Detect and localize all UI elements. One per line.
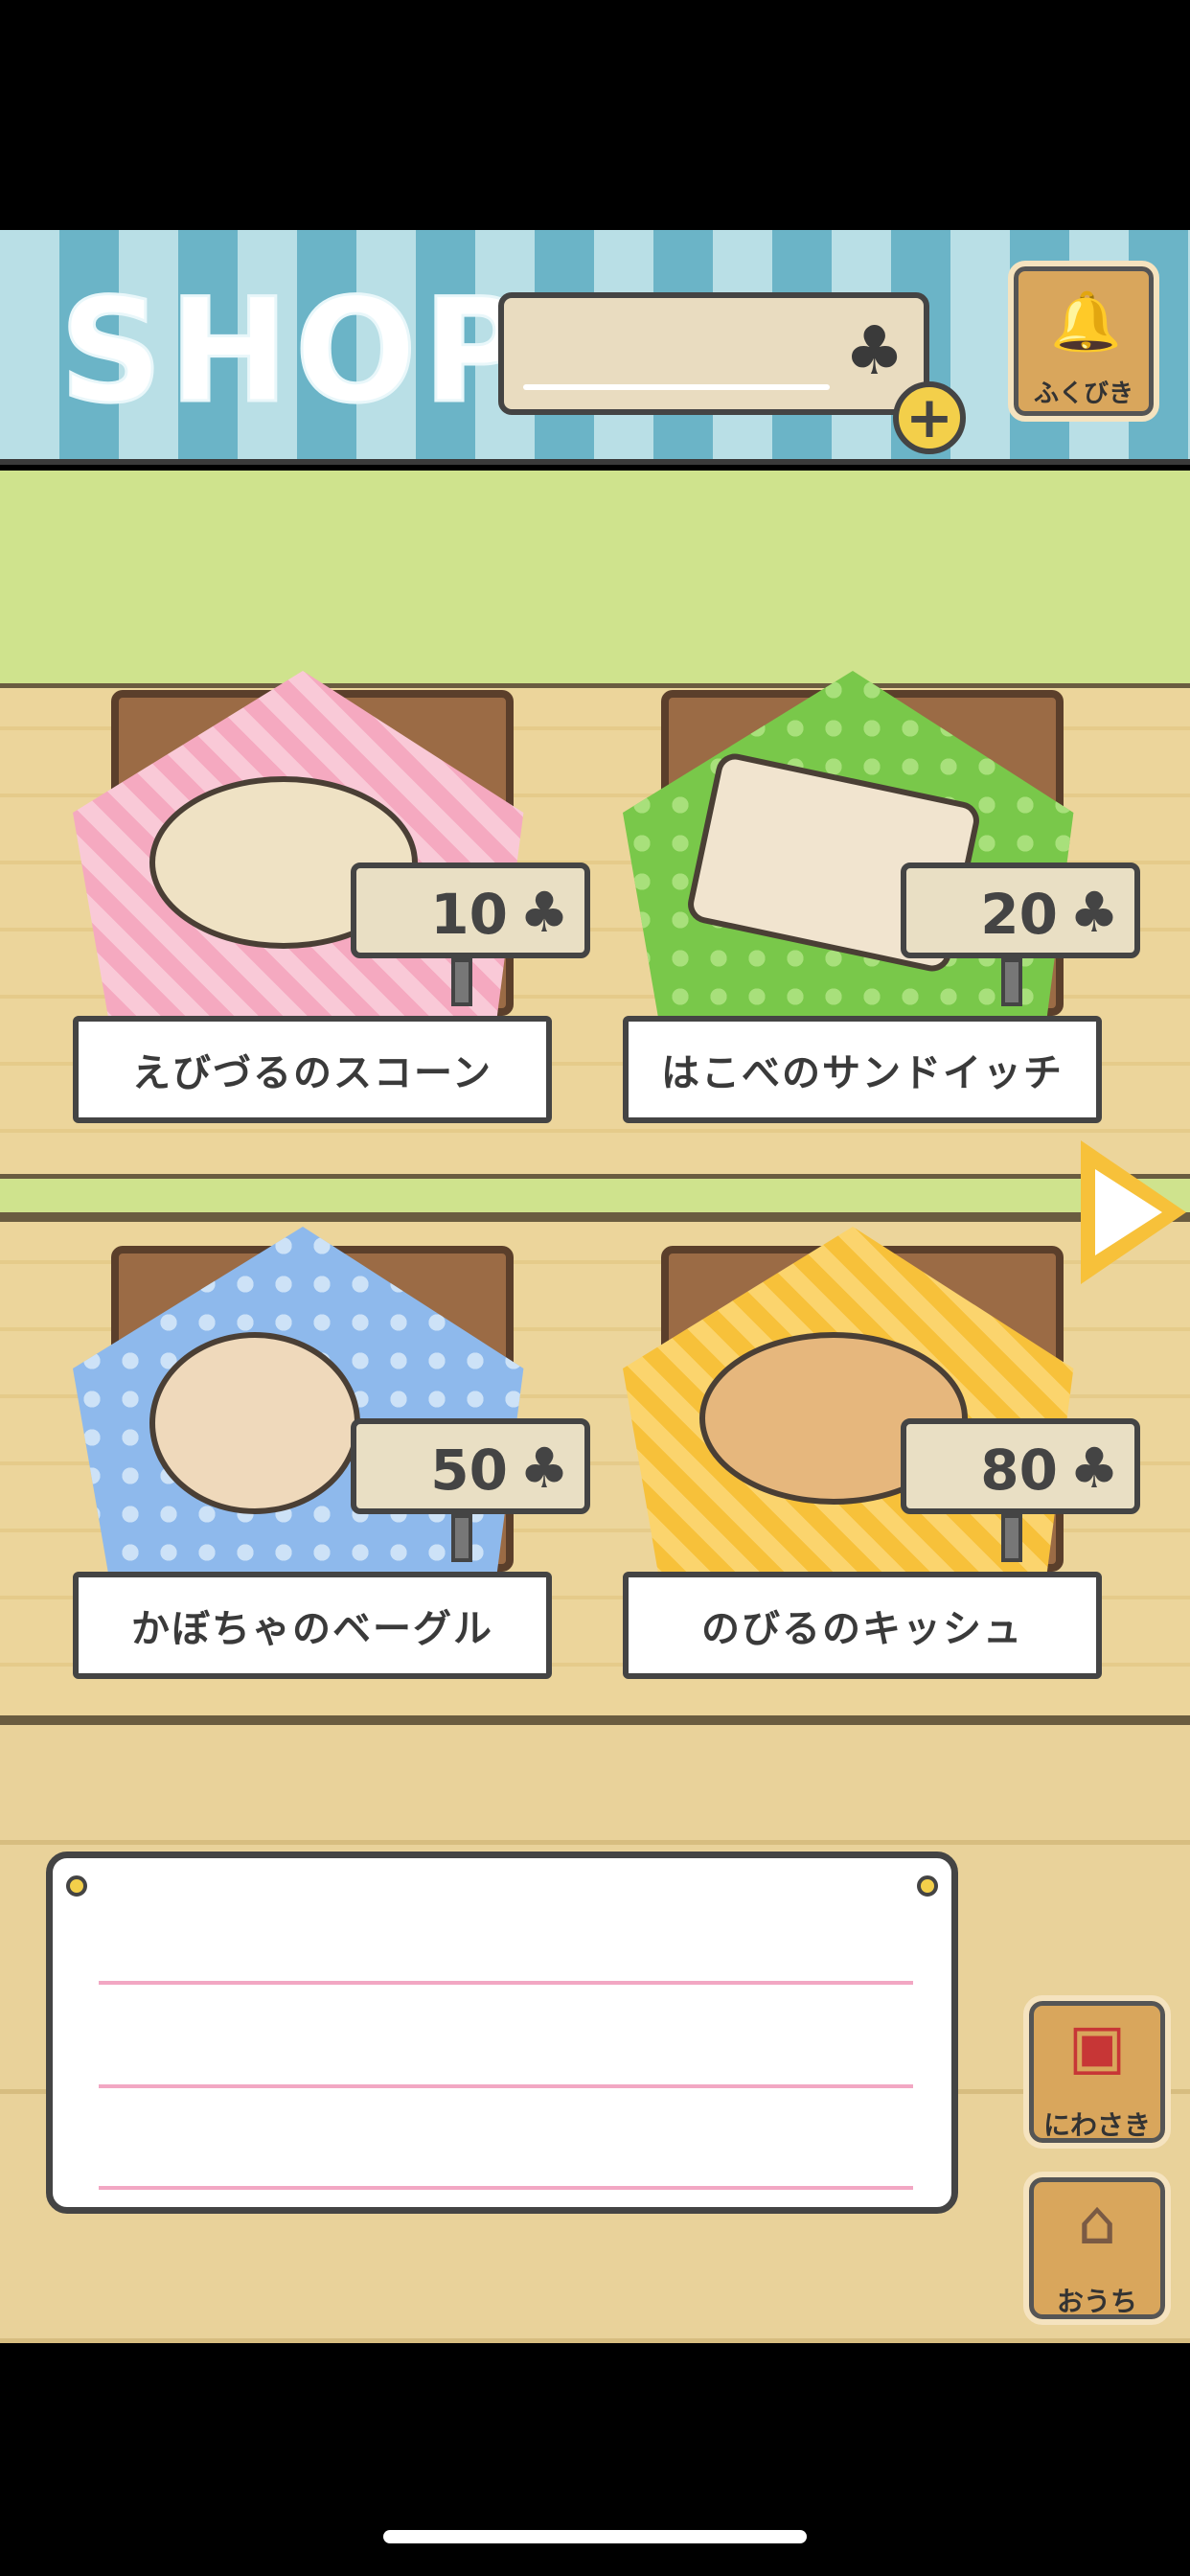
bell-icon: 🔔 xyxy=(1050,288,1122,356)
lottery-button[interactable]: 🔔 ふくびき xyxy=(1008,261,1159,422)
clover-icon: ♣ xyxy=(1069,880,1119,945)
home-label: おうち xyxy=(1056,2286,1137,2317)
green-band xyxy=(0,471,1190,683)
clover-icon: ♣ xyxy=(844,311,904,390)
clover-balance: ♣ xyxy=(498,292,929,415)
mailbox-icon: ▣ xyxy=(1067,2012,1127,2082)
price-tag: 10 ♣ xyxy=(351,862,590,958)
house-icon: ⌂ xyxy=(1077,2188,1117,2259)
status-bar-area xyxy=(0,0,1190,230)
price-tag: 20 ♣ xyxy=(901,862,1140,958)
product-name: えびづるのスコーン xyxy=(73,1016,552,1123)
tag-peg xyxy=(1001,958,1022,1006)
shelf-divider xyxy=(0,1179,1190,1217)
tag-peg xyxy=(1001,1514,1022,1562)
tag-peg xyxy=(451,958,472,1006)
product-card-quiche[interactable]: 80 ♣ のびるのキッシュ xyxy=(623,1227,1140,1696)
clover-icon: ♣ xyxy=(519,1436,569,1501)
product-name: はこべのサンドイッチ xyxy=(623,1016,1102,1123)
add-clover-button[interactable]: + xyxy=(893,381,966,454)
home-button[interactable]: ⌂ おうち xyxy=(1023,2172,1171,2325)
clover-icon: ♣ xyxy=(519,880,569,945)
lottery-label: ふくびき xyxy=(1033,380,1133,408)
price-tag: 80 ♣ xyxy=(901,1418,1140,1514)
product-name: かぼちゃのベーグル xyxy=(73,1572,552,1679)
clover-icon: ♣ xyxy=(1069,1436,1119,1501)
bagel-image xyxy=(149,1332,360,1514)
garden-button[interactable]: ▣ にわさき xyxy=(1023,1995,1171,2149)
product-card-bagel[interactable]: 50 ♣ かぼちゃのベーグル xyxy=(73,1227,590,1696)
home-indicator[interactable] xyxy=(383,2530,807,2543)
message-board xyxy=(46,1852,958,2214)
ruled-line xyxy=(99,1981,913,1985)
pin-icon xyxy=(917,1875,938,1897)
clover-underline xyxy=(523,384,830,390)
pin-icon xyxy=(66,1875,87,1897)
ruled-line xyxy=(99,2186,913,2190)
product-card-scone[interactable]: 10 ♣ えびづるのスコーン xyxy=(73,671,590,1140)
garden-label: にわさき xyxy=(1042,2109,1151,2141)
page-title: SHOP xyxy=(57,268,535,435)
plus-icon: + xyxy=(904,384,954,451)
product-name: のびるのキッシュ xyxy=(623,1572,1102,1679)
tag-peg xyxy=(451,1514,472,1562)
price-value: 50 xyxy=(430,1438,508,1503)
price-value: 80 xyxy=(980,1438,1058,1503)
price-value: 20 xyxy=(980,882,1058,947)
price-value: 10 xyxy=(430,882,508,947)
product-card-sandwich[interactable]: 20 ♣ はこべのサンドイッチ xyxy=(623,671,1140,1140)
price-tag: 50 ♣ xyxy=(351,1418,590,1514)
ruled-line xyxy=(99,2084,913,2088)
